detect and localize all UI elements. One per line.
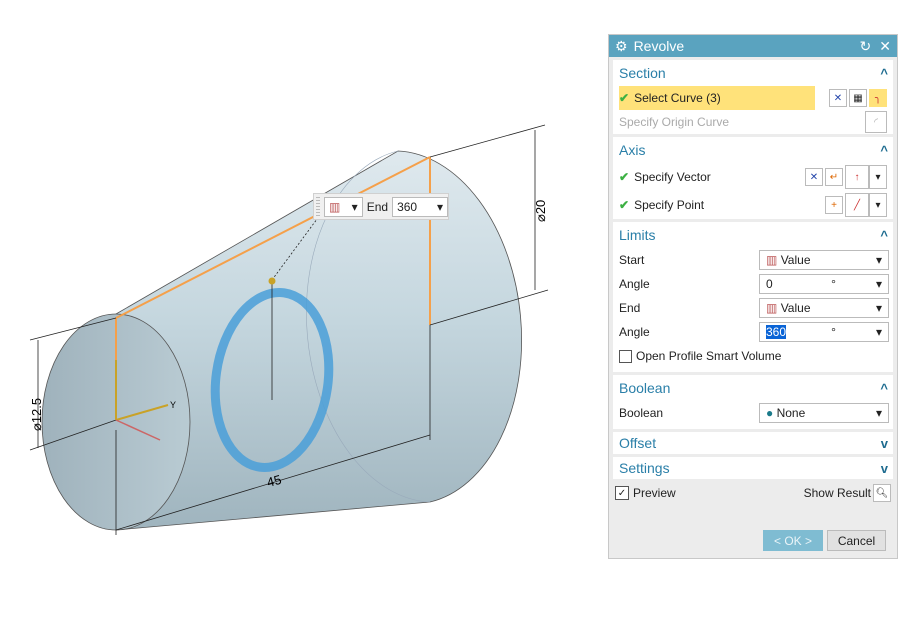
preview-label: Preview — [633, 486, 676, 500]
axis-y-label: Y — [170, 400, 176, 410]
preview-checkbox[interactable]: ✓ — [615, 486, 629, 500]
end-dropdown[interactable]: ▥ Value ▾ — [759, 298, 889, 318]
settings-header[interactable]: Settings v — [613, 457, 893, 479]
origin-curve-label: Specify Origin Curve — [619, 115, 730, 129]
value-icon: ▥ — [766, 301, 778, 315]
reset-icon[interactable]: ↻ — [860, 38, 872, 55]
specify-vector-row[interactable]: ✔ Specify Vector ✕ ↵ ↑ ▾ — [613, 163, 893, 191]
reverse-direction-icon[interactable]: ✕ — [805, 168, 823, 186]
vector-type-icon[interactable]: ↑ — [845, 165, 869, 189]
chevron-down-icon: v — [880, 435, 888, 451]
dimension-small-diameter[interactable]: ⌀12.5 — [29, 398, 44, 431]
end-label: End — [366, 199, 389, 214]
chevron-down-icon: ▾ — [875, 325, 882, 339]
section-header[interactable]: Section ^ — [613, 60, 893, 86]
point-type-icon[interactable]: ╱ — [845, 193, 869, 217]
dialog-title: Revolve — [633, 38, 685, 54]
chevron-down-icon: ▾ — [875, 406, 882, 420]
chevron-up-icon: ^ — [880, 380, 888, 396]
chevron-down-icon: ▾ — [351, 199, 358, 214]
limits-header[interactable]: Limits ^ — [613, 222, 893, 248]
revolve-dialog: ⚙ Revolve ↻ ✕ Section ^ ✔ Select Curve (3… — [608, 34, 898, 559]
end-value-input[interactable]: 360 ▾ — [392, 196, 448, 217]
chevron-up-icon: ^ — [880, 227, 888, 243]
offset-group: Offset v — [613, 432, 893, 454]
boolean-row: Boolean ● None ▾ — [613, 401, 893, 429]
value-icon: ▥ — [766, 253, 778, 267]
drag-handle[interactable] — [316, 197, 320, 217]
chevron-up-icon: ^ — [880, 142, 888, 158]
gear-icon: ⚙ — [615, 37, 628, 54]
boolean-dropdown[interactable]: ● None ▾ — [759, 403, 889, 423]
specify-point-row[interactable]: ✔ Specify Point + ╱ ▾ — [613, 191, 893, 219]
check-icon: ✔ — [619, 91, 630, 105]
mini-toolbar: ▥ ▾ End 360 ▾ — [313, 193, 449, 220]
select-curve-label: Select Curve (3) — [634, 91, 721, 105]
chevron-down-icon: ▾ — [436, 199, 443, 214]
axis-group: Axis ^ ✔ Specify Vector ✕ ↵ ↑ ▾ ✔ Specify P… — [613, 137, 893, 219]
ok-button[interactable]: < OK > — [763, 530, 823, 551]
select-curve-row[interactable]: ✔ Select Curve (3) ✕ ▦ ╮ — [613, 86, 893, 110]
cancel-button[interactable]: Cancel — [827, 530, 886, 551]
settings-group: Settings v — [613, 457, 893, 479]
end-angle-input[interactable]: 360 ° ▾ — [759, 322, 889, 342]
limits-group: Limits ^ Start ▥ Value ▾ Angle 0 ° ▾ End ▥ V… — [613, 222, 893, 372]
chevron-down-icon: ▾ — [875, 253, 882, 267]
close-icon[interactable]: ✕ — [879, 38, 891, 55]
reverse-direction-icon[interactable]: ✕ — [829, 89, 847, 107]
chevron-up-icon: ^ — [880, 65, 888, 81]
start-dropdown[interactable]: ▥ Value ▾ — [759, 250, 889, 270]
axis-header[interactable]: Axis ^ — [613, 137, 893, 163]
boolean-group: Boolean ^ Boolean ● None ▾ — [613, 375, 893, 429]
boolean-header[interactable]: Boolean ^ — [613, 375, 893, 401]
curve-icon[interactable]: ╮ — [869, 89, 887, 107]
section-group: Section ^ ✔ Select Curve (3) ✕ ▦ ╮ Specif… — [613, 60, 893, 134]
chevron-down-icon[interactable]: ▾ — [869, 193, 887, 217]
value-icon: ▥ — [329, 199, 341, 214]
origin-curve-icon[interactable]: ◜ — [865, 111, 887, 133]
boolean-none-icon: ● — [766, 406, 774, 420]
chevron-down-icon: ▾ — [875, 277, 882, 291]
end-option-dropdown[interactable]: ▥ ▾ — [324, 196, 363, 217]
check-icon: ✔ — [619, 198, 630, 212]
end-angle-row: Angle 360 ° ▾ — [613, 320, 893, 344]
show-result-label: Show Result — [803, 486, 871, 500]
start-row: Start ▥ Value ▾ — [613, 248, 893, 272]
chevron-down-icon: v — [880, 460, 888, 476]
offset-header[interactable]: Offset v — [613, 432, 893, 454]
origin-curve-row[interactable]: Specify Origin Curve ◜ — [613, 110, 893, 134]
vector-dialog-icon[interactable]: ↵ — [825, 168, 843, 186]
check-icon: ✔ — [619, 170, 630, 184]
dialog-title-bar: ⚙ Revolve ↻ ✕ — [609, 35, 897, 57]
start-angle-input[interactable]: 0 ° ▾ — [759, 274, 889, 294]
open-profile-checkbox[interactable] — [619, 349, 632, 363]
preview-row: ✓ Preview Show Result 🔍︎ — [609, 481, 897, 505]
show-result-button[interactable]: 🔍︎ — [873, 484, 891, 502]
dimension-large-diameter[interactable]: ⌀20 — [533, 200, 548, 222]
end-row: End ▥ Value ▾ — [613, 296, 893, 320]
point-dialog-icon[interactable]: + — [825, 196, 843, 214]
chevron-down-icon[interactable]: ▾ — [869, 165, 887, 189]
chevron-down-icon: ▾ — [875, 301, 882, 315]
graphics-viewport[interactable]: 45 ⌀20 ⌀12.5 Y — [0, 0, 600, 619]
start-angle-row: Angle 0 ° ▾ — [613, 272, 893, 296]
sketch-section-icon[interactable]: ▦ — [849, 89, 867, 107]
open-profile-row[interactable]: Open Profile Smart Volume — [613, 344, 893, 372]
